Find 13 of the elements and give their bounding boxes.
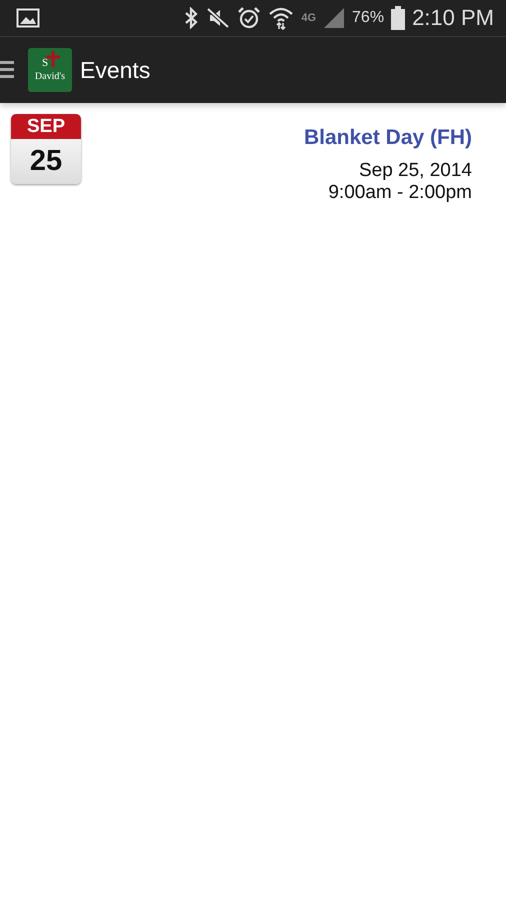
event-date: Sep 25, 2014	[358, 160, 472, 182]
event-day: 25	[11, 139, 81, 183]
logo-text: David's	[34, 71, 66, 83]
network-label: 4G	[301, 12, 316, 24]
event-month: SEP	[11, 114, 81, 139]
logo-text: S	[42, 57, 48, 69]
event-title: Blanket Day (FH)	[304, 126, 472, 150]
battery-percent: 76%	[352, 9, 384, 27]
event-item[interactable]: SEP 25 Blanket Day (FH) Sep 25, 2014 9:00am - 2:00pm	[11, 114, 472, 204]
screen-title: Events	[80, 56, 150, 84]
clock: 2:10 PM	[412, 5, 494, 31]
app-logo[interactable]: S David's	[28, 48, 72, 92]
event-time: 9:00am - 2:00pm	[328, 182, 472, 204]
